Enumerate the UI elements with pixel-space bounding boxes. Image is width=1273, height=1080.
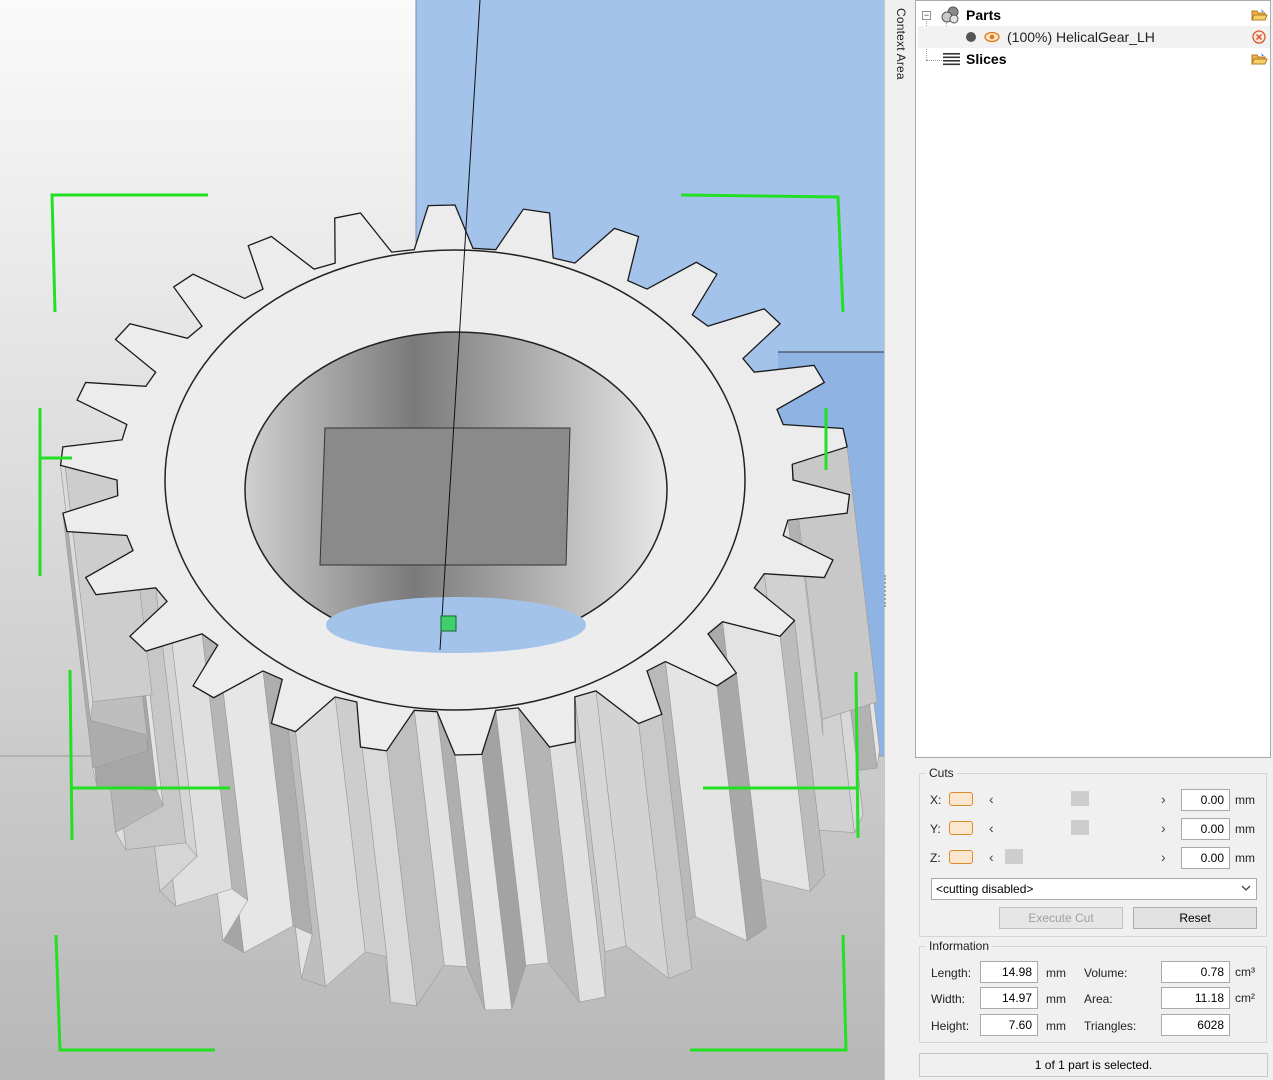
reset-button[interactable]: Reset xyxy=(1133,907,1257,929)
cut-z-slider-thumb[interactable] xyxy=(1005,849,1023,864)
folder-open-icon[interactable] xyxy=(1251,8,1268,22)
information-title: Information xyxy=(929,939,990,953)
parts-tree[interactable]: − Parts (100%) HelicalGear_LH Slices xyxy=(915,0,1271,758)
length-unit: mm xyxy=(1046,966,1066,980)
cut-y-label: Y: xyxy=(930,822,941,836)
cut-z-unit: mm xyxy=(1235,851,1255,865)
cut-z-decrease-icon[interactable]: ‹ xyxy=(989,848,994,866)
execute-cut-button[interactable]: Execute Cut xyxy=(999,907,1123,929)
area-unit: cm² xyxy=(1235,991,1255,1005)
cut-z-increase-icon[interactable]: › xyxy=(1161,848,1166,866)
length-value: 14.98 xyxy=(980,961,1038,983)
cut-x-slider[interactable] xyxy=(1005,790,1155,808)
cut-y-slider-thumb[interactable] xyxy=(1071,820,1089,835)
properties-panel: Cuts X: ‹ › 0.00 mm Y: ‹ › 0.00 mm Z: ‹ … xyxy=(915,758,1273,1080)
height-value: 7.60 xyxy=(980,1014,1038,1036)
volume-value: 0.78 xyxy=(1161,961,1230,983)
cut-z-label: Z: xyxy=(930,851,941,865)
volume-label: Volume: xyxy=(1084,966,1128,980)
tree-row-parts[interactable]: − Parts xyxy=(916,4,1270,26)
cut-x-increase-icon[interactable]: › xyxy=(1161,790,1166,808)
parts-icon xyxy=(941,6,959,24)
cut-x-slider-thumb[interactable] xyxy=(1071,791,1089,806)
splitter-grip[interactable] xyxy=(884,575,890,607)
area-value: 11.18 xyxy=(1161,987,1230,1009)
cut-x-label: X: xyxy=(930,793,942,807)
cut-y-toggle[interactable] xyxy=(949,821,973,835)
cut-z-value[interactable]: 0.00 xyxy=(1181,847,1230,869)
chevron-down-icon[interactable] xyxy=(1241,885,1251,892)
tree-row-part-item[interactable]: (100%) HelicalGear_LH xyxy=(918,26,1270,48)
eye-icon[interactable] xyxy=(984,30,1000,44)
collapse-icon[interactable]: − xyxy=(922,11,931,20)
slices-label: Slices xyxy=(966,51,1007,67)
height-label: Height: xyxy=(931,1019,970,1033)
cut-y-slider[interactable] xyxy=(1005,819,1155,837)
width-unit: mm xyxy=(1046,992,1066,1006)
part-item-label: (100%) HelicalGear_LH xyxy=(1007,29,1155,45)
visibility-dot-icon[interactable] xyxy=(966,32,976,42)
triangles-label: Triangles: xyxy=(1084,1019,1137,1033)
cut-x-toggle[interactable] xyxy=(949,792,973,806)
cut-z-toggle[interactable] xyxy=(949,850,973,864)
viewport-canvas[interactable] xyxy=(0,0,884,1080)
cut-y-increase-icon[interactable]: › xyxy=(1161,819,1166,837)
area-label: Area: xyxy=(1084,992,1113,1006)
height-unit: mm xyxy=(1046,1019,1066,1033)
remove-icon[interactable] xyxy=(1252,30,1266,44)
pivot-marker[interactable] xyxy=(440,615,457,632)
cuts-title: Cuts xyxy=(929,766,954,780)
cut-z-slider[interactable] xyxy=(1005,848,1155,866)
cut-mode-value: <cutting disabled> xyxy=(936,882,1034,896)
cut-y-decrease-icon[interactable]: ‹ xyxy=(989,819,994,837)
cut-x-value[interactable]: 0.00 xyxy=(1181,789,1230,811)
slices-icon xyxy=(943,53,960,66)
cut-x-unit: mm xyxy=(1235,793,1255,807)
width-label: Width: xyxy=(931,992,966,1006)
folder-open-icon[interactable] xyxy=(1251,52,1268,66)
cut-mode-select[interactable]: <cutting disabled> xyxy=(931,878,1257,900)
triangles-value: 6028 xyxy=(1161,1014,1230,1036)
length-label: Length: xyxy=(931,966,972,980)
cut-x-decrease-icon[interactable]: ‹ xyxy=(989,790,994,808)
volume-unit: cm³ xyxy=(1235,965,1255,979)
3d-viewport[interactable] xyxy=(0,0,884,1080)
context-area-label[interactable]: Context Area xyxy=(894,8,908,80)
tree-row-slices[interactable]: Slices xyxy=(916,48,1270,70)
gear-bore-inner-wall xyxy=(319,427,571,566)
width-value: 14.97 xyxy=(980,987,1038,1009)
cut-y-value[interactable]: 0.00 xyxy=(1181,818,1230,840)
status-bar: 1 of 1 part is selected. xyxy=(919,1053,1268,1077)
cut-y-unit: mm xyxy=(1235,822,1255,836)
context-area-strip[interactable] xyxy=(884,0,916,1080)
parts-label: Parts xyxy=(966,7,1002,23)
